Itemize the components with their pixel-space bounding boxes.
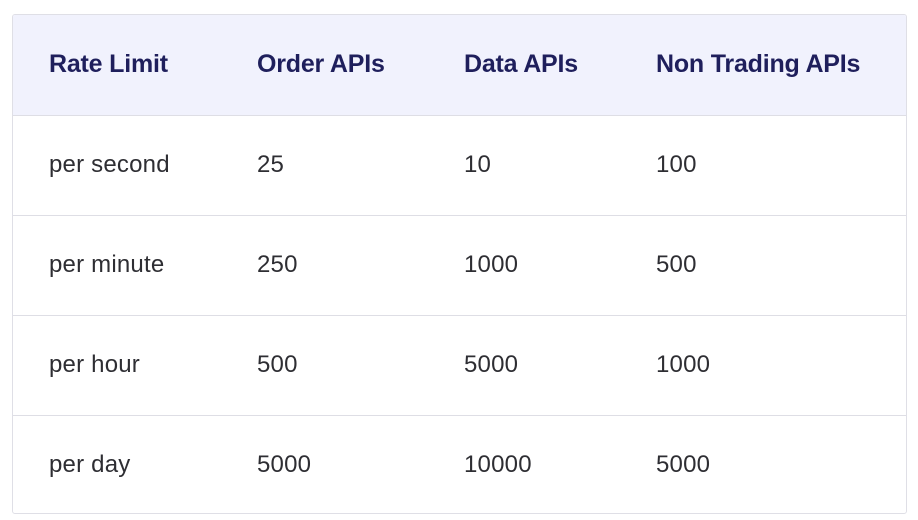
order-apis-value: 500: [257, 351, 298, 378]
data-apis-value: 1000: [464, 251, 519, 278]
table-header-row: Rate Limit Order APIs Data APIs Non Trad…: [13, 15, 906, 115]
non-trading-apis-value: 5000: [656, 451, 711, 479]
header-order-apis: Order APIs: [257, 50, 385, 79]
row-label: per minute: [49, 251, 165, 278]
row-label: per day: [49, 451, 131, 479]
rate-limit-table: Rate Limit Order APIs Data APIs Non Trad…: [13, 15, 906, 513]
header-data-apis: Data APIs: [464, 50, 578, 79]
row-label: per second: [49, 151, 170, 178]
data-apis-value: 10: [464, 151, 492, 178]
non-trading-apis-value: 100: [656, 151, 697, 178]
data-apis-value: 5000: [464, 351, 519, 378]
order-apis-value: 5000: [257, 451, 312, 479]
table-row: per minute 250 1000 500: [13, 215, 906, 315]
non-trading-apis-value: 1000: [656, 351, 711, 378]
row-label: per hour: [49, 351, 140, 378]
table-row: per hour 500 5000 1000: [13, 315, 906, 415]
order-apis-value: 25: [257, 151, 285, 178]
header-rate-limit: Rate Limit: [49, 50, 168, 79]
table-row: per day 5000 10000 5000: [13, 415, 906, 513]
non-trading-apis-value: 500: [656, 251, 697, 278]
order-apis-value: 250: [257, 251, 298, 278]
header-non-trading-apis: Non Trading APIs: [656, 50, 861, 79]
data-apis-value: 10000: [464, 451, 532, 479]
table-row: per second 25 10 100: [13, 115, 906, 215]
rate-limit-table-container: Rate Limit Order APIs Data APIs Non Trad…: [12, 14, 907, 514]
